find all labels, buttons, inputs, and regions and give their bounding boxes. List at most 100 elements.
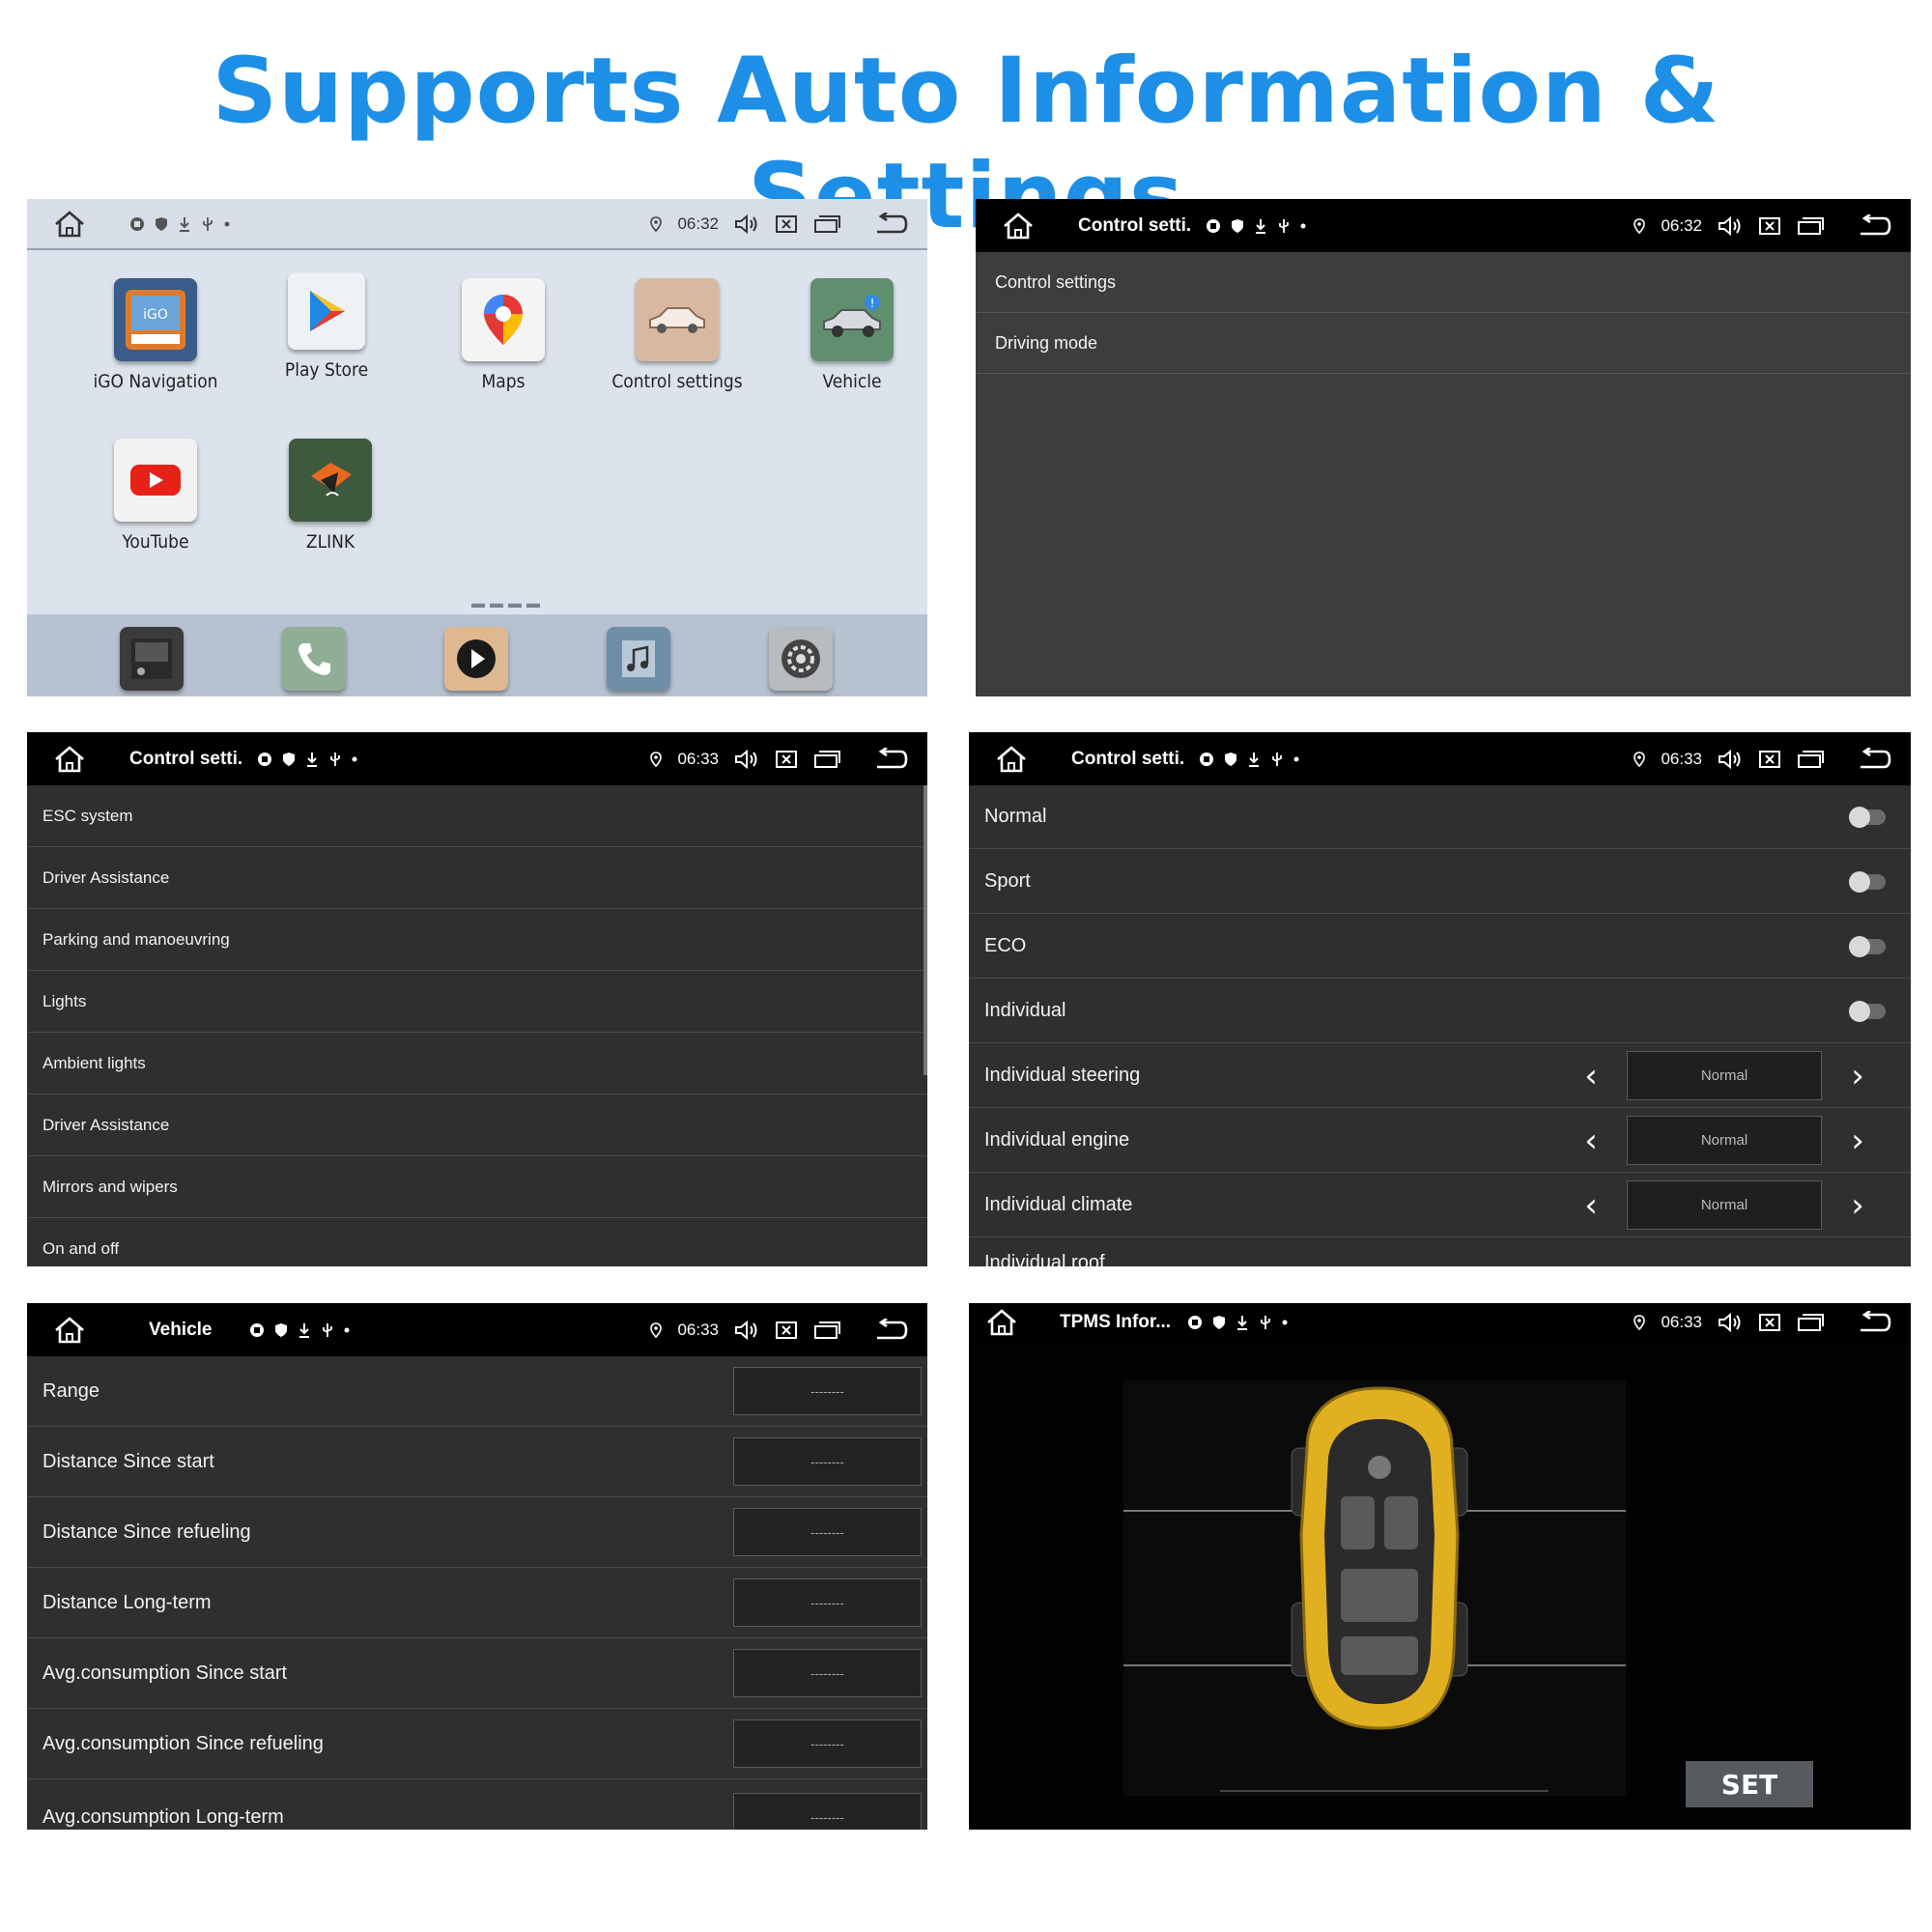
toggle-switch[interactable]	[1849, 870, 1886, 893]
volume-icon[interactable]	[734, 213, 759, 235]
list-item-parking[interactable]: Parking and manoeuvring	[27, 909, 927, 971]
tpms-car-graphic	[1123, 1380, 1626, 1796]
vehicle-row-distance-start: Distance Since start --------	[27, 1427, 927, 1497]
list-item-lights[interactable]: Lights	[27, 971, 927, 1033]
home-icon[interactable]	[48, 203, 91, 245]
value-box: --------	[733, 1437, 922, 1486]
vehicle-row-avg-long-term: Avg.consumption Long-term --------	[27, 1779, 927, 1830]
back-icon[interactable]	[1857, 747, 1891, 771]
vehicle-row-avg-start: Avg.consumption Since start --------	[27, 1638, 927, 1709]
list-item-esc-system[interactable]: ESC system	[27, 785, 927, 847]
usb-icon	[328, 752, 342, 767]
screen-title: Control setti...	[1078, 214, 1192, 236]
mode-row-eco[interactable]: ECO	[969, 915, 1911, 979]
phone-icon[interactable]	[282, 627, 346, 691]
back-icon[interactable]	[873, 1318, 908, 1342]
settings-icon[interactable]	[769, 627, 833, 691]
selector-value: Normal	[1627, 1051, 1822, 1100]
volume-icon[interactable]	[734, 749, 759, 770]
clock: 06:33	[677, 1320, 719, 1339]
list-item-driver-assistance[interactable]: Driver Assistance	[27, 847, 927, 909]
notification-icon	[249, 1322, 265, 1338]
status-bar: Control setti... 06:33	[27, 732, 927, 785]
video-player-icon[interactable]	[444, 627, 508, 691]
chevron-right-icon[interactable]: ›	[1843, 1186, 1872, 1225]
usb-icon	[321, 1322, 334, 1338]
shield-icon	[1231, 218, 1244, 234]
chevron-right-icon[interactable]: ›	[1843, 1122, 1872, 1160]
close-app-icon[interactable]	[1758, 750, 1781, 769]
status-bar: Control setti... 06:32	[976, 199, 1911, 252]
list-item-on-and-off[interactable]: On and off	[27, 1218, 927, 1266]
vehicle-row-distance-long-term: Distance Long-term --------	[27, 1568, 927, 1638]
dot-icon	[1293, 756, 1299, 762]
home-icon[interactable]	[48, 738, 91, 781]
recent-apps-icon[interactable]	[1797, 750, 1824, 769]
value-box: --------	[733, 1367, 922, 1415]
mode-row-sport[interactable]: Sport	[969, 850, 1911, 914]
radio-icon[interactable]	[120, 627, 184, 691]
vehicle-row-range: Range --------	[27, 1356, 927, 1427]
list-item-driver-assistance-2[interactable]: Driver Assistance	[27, 1094, 927, 1156]
dock	[27, 614, 927, 696]
back-icon[interactable]	[1857, 213, 1891, 238]
app-zlink[interactable]: ZLINK	[248, 439, 412, 553]
back-icon[interactable]	[873, 212, 908, 236]
music-icon[interactable]	[607, 627, 670, 691]
list-item-control-settings[interactable]: Control settings	[976, 252, 1911, 313]
back-icon[interactable]	[873, 747, 908, 771]
recent-apps-icon[interactable]	[1797, 216, 1824, 236]
list-item-driving-mode[interactable]: Driving mode	[976, 313, 1911, 374]
selector-row-partial[interactable]: Individual roof	[969, 1238, 1911, 1266]
mode-row-individual[interactable]: Individual	[969, 980, 1911, 1043]
chevron-left-icon[interactable]: ‹	[1577, 1186, 1605, 1225]
toggle-switch[interactable]	[1849, 935, 1886, 957]
clock: 06:32	[1661, 215, 1702, 235]
scrollbar[interactable]	[923, 785, 927, 1075]
igo-icon: iGO	[114, 278, 197, 361]
list-item-mirrors-wipers[interactable]: Mirrors and wipers	[27, 1156, 927, 1218]
recent-apps-icon[interactable]	[813, 750, 840, 769]
volume-icon[interactable]	[734, 1320, 759, 1341]
chevron-left-icon[interactable]: ‹	[1577, 1122, 1605, 1160]
usb-icon	[201, 216, 214, 232]
app-play-store[interactable]: Play Store	[244, 272, 409, 381]
location-icon	[1634, 751, 1646, 767]
mode-row-normal[interactable]: Normal	[969, 785, 1911, 849]
value-box: --------	[733, 1649, 922, 1697]
location-icon	[650, 215, 663, 232]
svg-text:!: !	[870, 297, 875, 310]
recent-apps-icon[interactable]	[813, 1321, 840, 1340]
recent-apps-icon[interactable]	[813, 214, 840, 234]
driving-mode-screen: Control setti... 06:33 Normal Sport ECO …	[969, 732, 1911, 1266]
download-icon	[305, 752, 319, 767]
app-youtube[interactable]: YouTube	[73, 439, 238, 553]
home-icon[interactable]	[48, 1309, 91, 1351]
home-icon[interactable]	[997, 205, 1039, 247]
notification-icon	[129, 216, 145, 232]
status-bar: Vehicle 06:33	[27, 1303, 927, 1356]
list-item-ambient-lights[interactable]: Ambient lights	[27, 1033, 927, 1094]
app-vehicle[interactable]: ! Vehicle	[770, 278, 927, 392]
volume-icon[interactable]	[1718, 749, 1743, 770]
usb-icon	[1270, 752, 1284, 767]
app-control-settings[interactable]: Control settings	[595, 278, 759, 392]
car-icon	[636, 278, 719, 361]
close-app-icon[interactable]	[1758, 216, 1781, 236]
chevron-right-icon[interactable]: ›	[1843, 1057, 1872, 1095]
location-icon	[1634, 217, 1646, 234]
set-button[interactable]: SET	[1686, 1761, 1813, 1807]
close-app-icon[interactable]	[775, 750, 798, 769]
clock: 06:33	[677, 749, 719, 768]
toggle-switch[interactable]	[1849, 806, 1886, 828]
close-app-icon[interactable]	[775, 214, 798, 234]
app-maps[interactable]: Maps	[421, 278, 585, 392]
app-igo-navigation[interactable]: iGO iGO Navigation	[73, 278, 238, 392]
toggle-switch[interactable]	[1849, 1000, 1886, 1022]
tpms-screen: TPMS Infor... 06:33 SET	[969, 1303, 1911, 1830]
home-icon[interactable]	[990, 738, 1033, 781]
close-app-icon[interactable]	[775, 1321, 798, 1340]
chevron-left-icon[interactable]: ‹	[1577, 1057, 1605, 1095]
volume-icon[interactable]	[1718, 215, 1743, 237]
value-box: --------	[733, 1719, 922, 1768]
